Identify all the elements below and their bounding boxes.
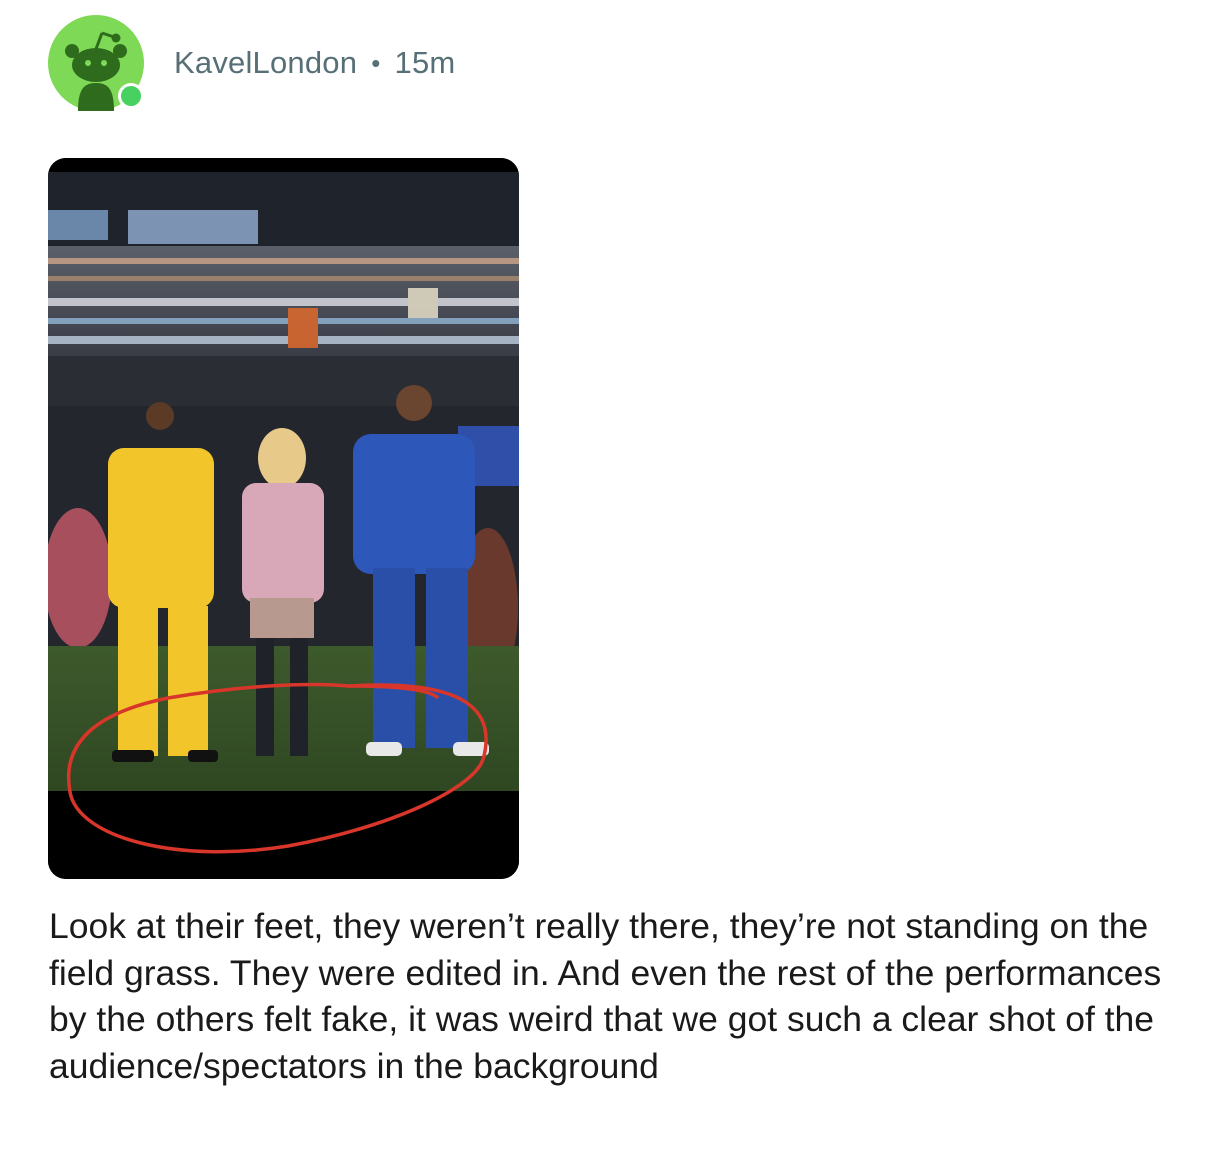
comment-meta: KavelLondon • 15m xyxy=(174,45,455,81)
online-status-dot xyxy=(118,83,144,109)
meta-separator: • xyxy=(371,47,381,78)
comment-header: KavelLondon • 15m xyxy=(48,14,455,112)
comment-age: 15m xyxy=(394,45,456,80)
comment-body-text: Look at their feet, they weren’t really … xyxy=(49,906,1162,1086)
avatar[interactable] xyxy=(48,15,144,111)
author-name[interactable]: KavelLondon xyxy=(174,45,357,81)
stadium-photo xyxy=(48,158,519,879)
comment-image[interactable] xyxy=(48,158,519,879)
